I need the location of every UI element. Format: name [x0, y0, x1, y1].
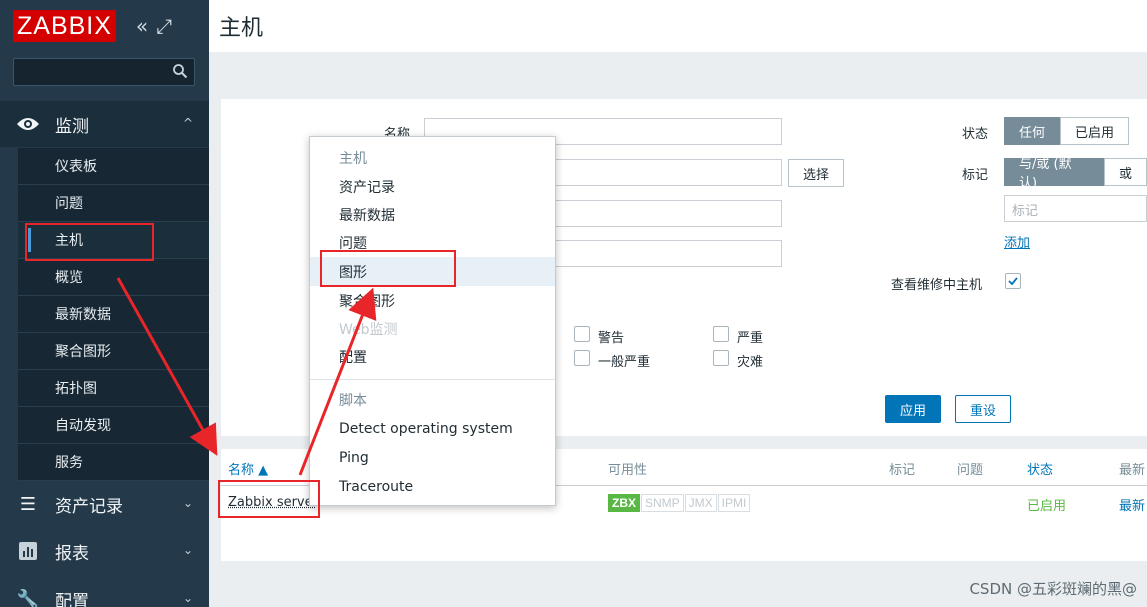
menu-section-label: 报表	[55, 539, 89, 564]
column-header-latest: 最新	[1119, 459, 1145, 478]
sidebar: ZABBIX « ⤢ 监测 ^ 仪表板 问题 主机 概览 最新数据 聚合图形 拓…	[0, 0, 209, 607]
sidebar-item-screens[interactable]: 聚合图形	[18, 333, 209, 370]
menu-item-web: Web监测	[310, 314, 555, 343]
severity-high-checkbox[interactable]	[713, 326, 729, 342]
watermark: CSDN @五彩斑斓的黑@	[969, 578, 1137, 599]
bar-chart-icon	[16, 540, 40, 562]
logo-row: ZABBIX « ⤢	[0, 0, 209, 52]
menu-section-label: 监测	[55, 112, 89, 137]
menu-item-inventory[interactable]: 资产记录	[310, 172, 555, 201]
status-segmented: 任何 已启用	[1004, 117, 1129, 145]
zabbix-logo[interactable]: ZABBIX	[13, 10, 116, 42]
apply-button[interactable]: 应用	[885, 395, 941, 423]
severity-disaster-label: 灾难	[737, 351, 763, 370]
status-option-enabled[interactable]: 已启用	[1060, 117, 1129, 145]
host-status[interactable]: 已启用	[1027, 495, 1066, 514]
menu-item-latest-data[interactable]: 最新数据	[310, 200, 555, 229]
wrench-icon: 🔧	[16, 588, 40, 607]
menu-item-traceroute[interactable]: Traceroute	[310, 472, 555, 501]
column-header-status[interactable]: 状态	[1027, 459, 1053, 478]
annotation-box-host-name	[218, 480, 320, 518]
status-option-any[interactable]: 任何	[1004, 117, 1060, 145]
chevron-down-icon: ⌄	[183, 543, 193, 557]
column-header-problems: 问题	[957, 459, 983, 478]
column-header-name[interactable]: 名称 ▲	[228, 459, 268, 478]
menu-item-screens[interactable]: 聚合图形	[310, 286, 555, 315]
availability-badges: ZBX SNMP JMX IPMI	[608, 494, 751, 512]
maintenance-checkbox[interactable]	[1005, 273, 1021, 289]
kiosk-mode-icon[interactable]: ⤢	[156, 14, 172, 38]
check-icon	[1006, 274, 1020, 288]
add-tag-link[interactable]: 添加	[1004, 232, 1030, 251]
tags-option-and-or[interactable]: 与/或 (默认)	[1004, 158, 1104, 186]
host-context-menu: 主机 资产记录 最新数据 问题 图形 聚合图形 Web监测 配置 脚本 Dete…	[309, 136, 556, 506]
list-icon: ☰	[16, 493, 40, 515]
annotation-box-hosts	[25, 223, 154, 261]
sidebar-item-overview[interactable]: 概览	[18, 259, 209, 296]
search-icon[interactable]	[172, 63, 188, 79]
menu-section-reports[interactable]: 报表 ⌄	[0, 528, 209, 574]
latest-data-link[interactable]: 最新	[1119, 495, 1145, 514]
reset-button[interactable]: 重设	[955, 395, 1011, 423]
jmx-badge: JMX	[685, 494, 717, 512]
tags-option-or[interactable]: 或	[1104, 158, 1147, 186]
sidebar-item-maps[interactable]: 拓扑图	[18, 370, 209, 407]
sidebar-item-latest-data[interactable]: 最新数据	[18, 296, 209, 333]
menu-section-monitoring[interactable]: 监测 ^	[0, 101, 209, 147]
severity-warning-checkbox[interactable]	[574, 326, 590, 342]
menu-section-label: 资产记录	[55, 492, 123, 517]
sidebar-item-services[interactable]: 服务	[18, 444, 209, 481]
select-button[interactable]: 选择	[788, 159, 844, 187]
chevron-down-icon: ⌄	[183, 496, 193, 510]
sidebar-search-input[interactable]	[13, 58, 195, 86]
menu-section-label: 配置	[55, 587, 89, 607]
snmp-badge: SNMP	[641, 494, 684, 512]
menu-item-ping[interactable]: Ping	[310, 443, 555, 472]
column-header-tags: 标记	[889, 459, 915, 478]
status-label: 状态	[962, 123, 988, 142]
sidebar-item-discovery[interactable]: 自动发现	[18, 407, 209, 444]
column-header-availability: 可用性	[608, 459, 647, 478]
sidebar-item-problems[interactable]: 问题	[18, 185, 209, 222]
severity-disaster-checkbox[interactable]	[713, 350, 729, 366]
monitoring-submenu: 仪表板 问题 主机 概览 最新数据 聚合图形 拓扑图 自动发现 服务	[0, 148, 209, 481]
ipmi-badge: IPMI	[718, 494, 751, 512]
tag-input[interactable]: 标记	[1004, 195, 1147, 222]
tags-segmented: 与/或 (默认) 或	[1004, 158, 1147, 186]
annotation-box-graphs	[320, 250, 456, 287]
menu-header-host: 主机	[310, 143, 555, 172]
zbx-badge: ZBX	[608, 494, 640, 512]
severity-average-checkbox[interactable]	[574, 350, 590, 366]
menu-item-configuration[interactable]: 配置	[310, 342, 555, 371]
eye-icon	[16, 113, 40, 135]
menu-section-configuration[interactable]: 🔧 配置 ⌄	[0, 576, 209, 607]
sidebar-item-dashboard[interactable]: 仪表板	[18, 148, 209, 185]
severity-high-label: 严重	[737, 327, 763, 346]
collapse-sidebar-icon[interactable]: «	[136, 14, 148, 38]
menu-item-detect-os[interactable]: Detect operating system	[310, 414, 555, 443]
severity-warning-label: 警告	[598, 327, 624, 346]
menu-section-inventory[interactable]: ☰ 资产记录 ⌄	[0, 481, 209, 527]
maintenance-label: 查看维修中主机	[891, 274, 982, 293]
chevron-down-icon: ⌄	[183, 591, 193, 605]
menu-header-scripts: 脚本	[310, 385, 555, 414]
page-title: 主机	[209, 0, 1147, 52]
severity-average-label: 一般严重	[598, 351, 650, 370]
chevron-up-icon: ^	[183, 116, 193, 130]
tags-label: 标记	[962, 164, 988, 183]
